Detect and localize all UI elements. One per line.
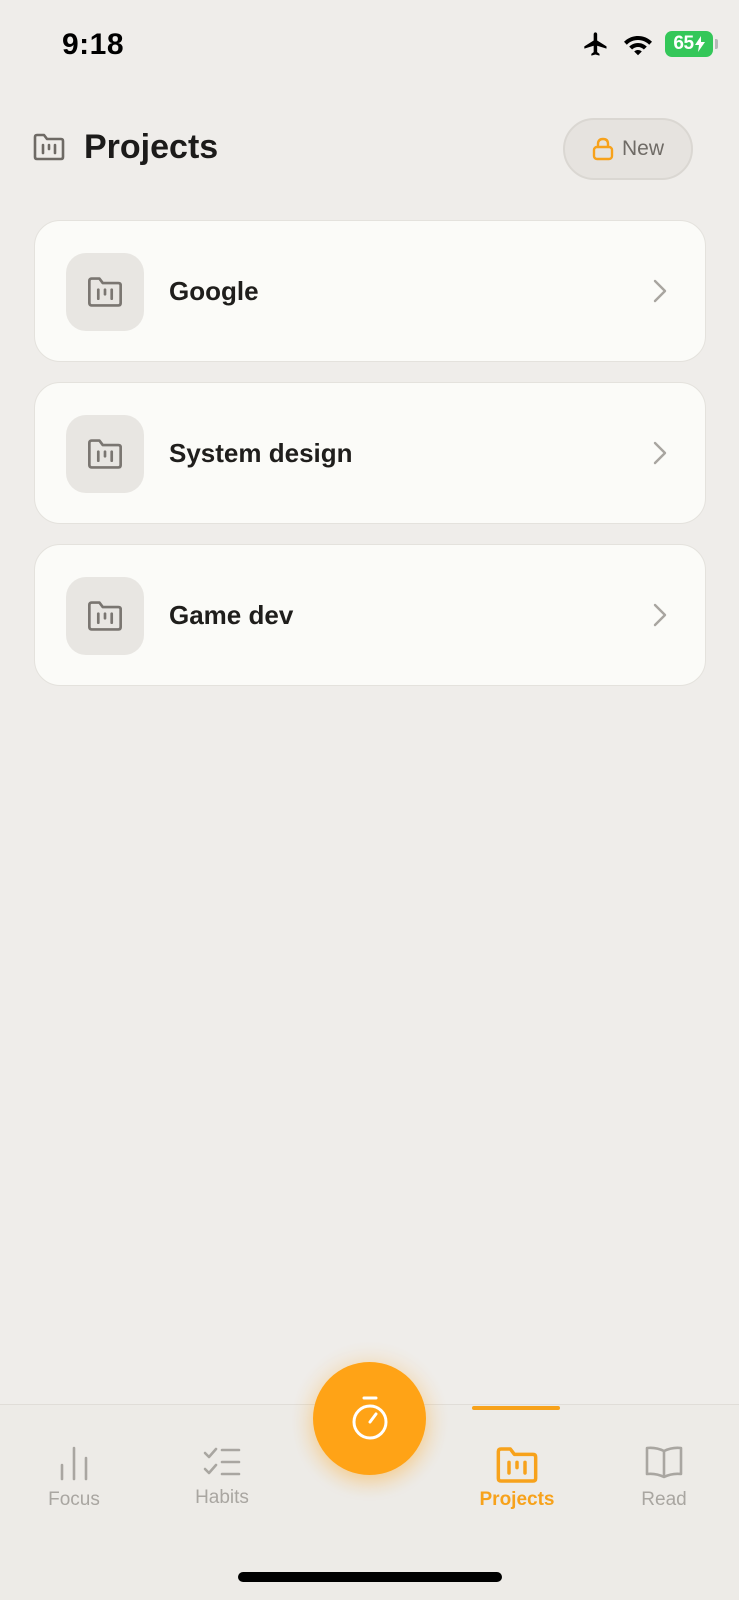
status-icons: 65 xyxy=(581,30,718,58)
folder-chart-icon xyxy=(88,439,122,469)
bar-chart-icon xyxy=(60,1446,88,1481)
chevron-right-icon xyxy=(653,603,667,627)
tab-label: Habits xyxy=(195,1487,249,1508)
project-card-game-dev[interactable]: Game dev xyxy=(34,544,706,686)
tab-label: Read xyxy=(641,1489,687,1510)
new-button-label: New xyxy=(621,137,664,160)
start-timer-button[interactable] xyxy=(313,1362,426,1475)
project-card-system-design[interactable]: System design xyxy=(34,382,706,524)
tab-habits[interactable]: Habits xyxy=(148,1405,296,1515)
checklist-icon xyxy=(203,1447,241,1476)
airplane-icon xyxy=(584,32,607,56)
folder-chart-icon xyxy=(88,277,122,307)
page-title: Projects xyxy=(84,128,219,166)
tab-focus[interactable]: Focus xyxy=(0,1405,148,1515)
tab-projects[interactable]: Projects xyxy=(443,1405,591,1515)
status-time: 9:18 xyxy=(62,28,125,61)
folder-chart-icon xyxy=(496,1447,538,1483)
stopwatch-icon xyxy=(352,1396,387,1439)
tab-label: Projects xyxy=(479,1489,555,1510)
project-card-google[interactable]: Google xyxy=(34,220,706,362)
tab-read[interactable]: Read xyxy=(590,1405,738,1515)
project-icon-tile xyxy=(66,253,144,331)
active-tab-indicator xyxy=(472,1406,560,1410)
new-project-button[interactable]: New xyxy=(563,118,693,180)
wifi-icon xyxy=(624,36,652,56)
chevron-right-icon xyxy=(653,441,667,465)
project-name: System design xyxy=(169,438,353,468)
book-icon xyxy=(645,1446,683,1479)
projects-screen: 9:18 65 Projects New Google System desig… xyxy=(0,0,739,1600)
folder-chart-icon xyxy=(33,133,65,161)
battery-level: 65 xyxy=(673,33,694,54)
charging-bolt-icon xyxy=(694,36,705,52)
project-icon-tile xyxy=(66,415,144,493)
battery-charging-icon: 65 xyxy=(665,31,718,57)
project-name: Game dev xyxy=(169,600,294,630)
lock-icon xyxy=(592,137,614,161)
folder-chart-icon xyxy=(88,601,122,631)
chevron-right-icon xyxy=(653,279,667,303)
page-header: Projects New xyxy=(32,118,693,180)
project-icon-tile xyxy=(66,577,144,655)
project-list: Google System design Game dev xyxy=(34,220,706,706)
project-name: Google xyxy=(169,276,259,306)
status-bar: 9:18 65 xyxy=(0,0,739,90)
home-indicator xyxy=(238,1572,502,1582)
tab-label: Focus xyxy=(48,1489,100,1510)
